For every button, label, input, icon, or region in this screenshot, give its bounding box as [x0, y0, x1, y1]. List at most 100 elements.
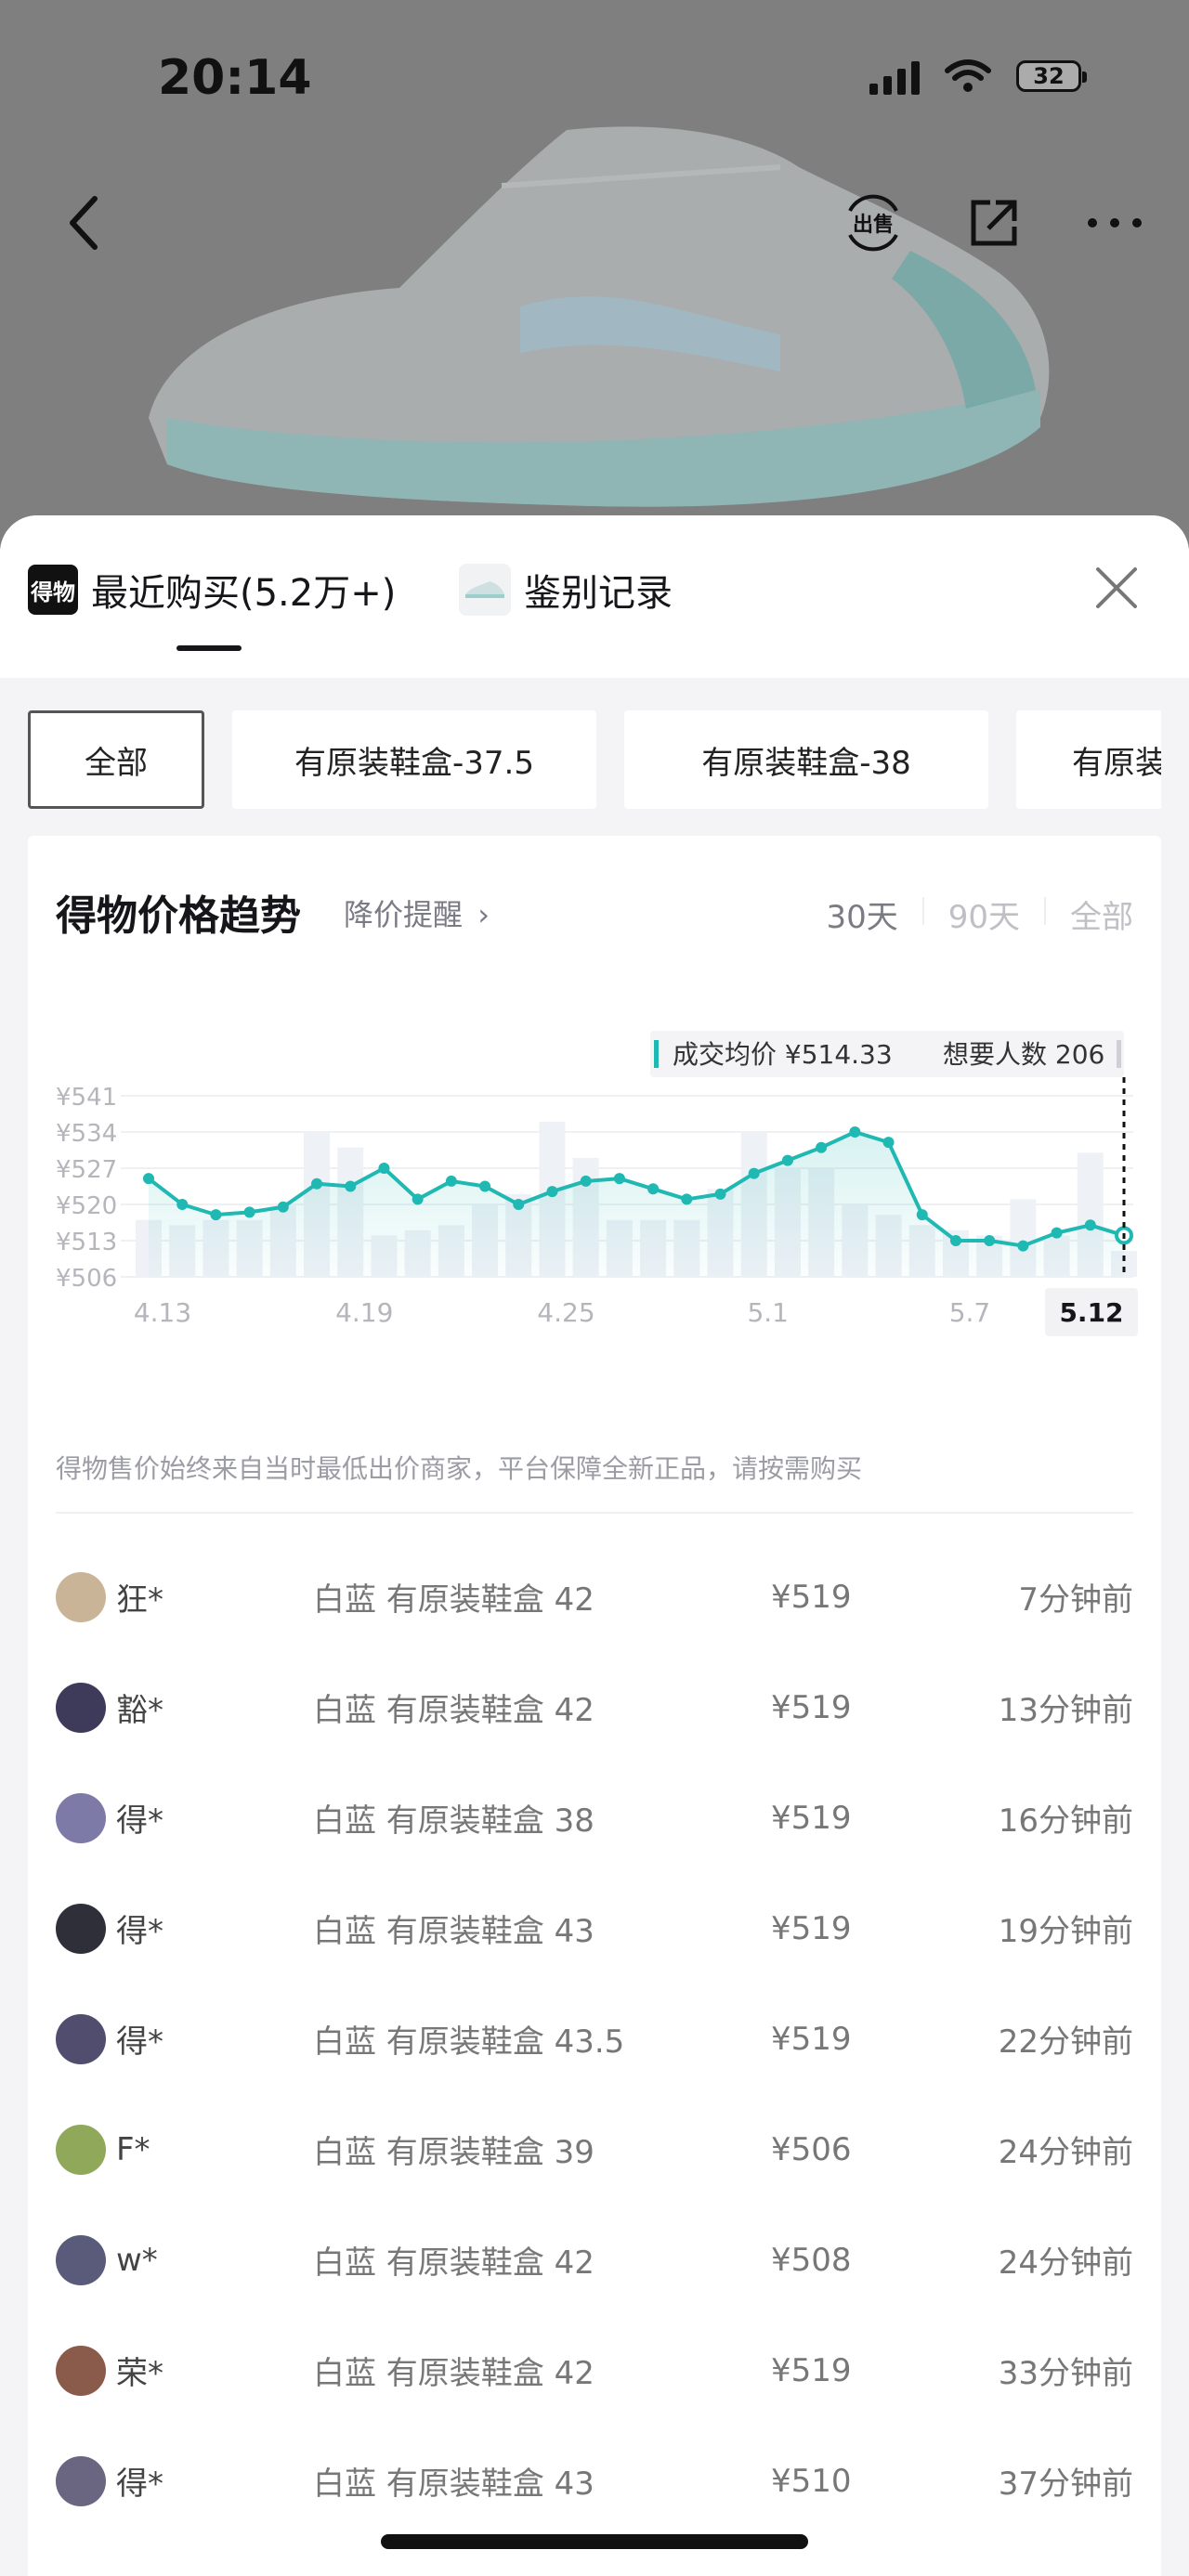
- sale-price: ¥508: [771, 2241, 852, 2279]
- sale-time: 37分钟前: [998, 2465, 1133, 2503]
- price-point: [613, 1173, 625, 1185]
- price-point: [479, 1180, 491, 1192]
- price-point: [210, 1209, 222, 1221]
- price-point: [345, 1180, 357, 1192]
- price-point: [681, 1193, 693, 1205]
- shoe-thumbnail-icon: [459, 564, 511, 616]
- buyer-name: F*: [116, 2130, 150, 2168]
- price-point: [949, 1235, 961, 1246]
- sale-row: F* 白蓝 有原装鞋盒 39 ¥506 24分钟前: [28, 2094, 1161, 2205]
- sale-row: 豁* 白蓝 有原装鞋盒 42 ¥519 13分钟前: [28, 1652, 1161, 1763]
- tab-authentication-label: 鉴别记录: [524, 572, 673, 615]
- buyer-name: 得*: [116, 1802, 163, 1840]
- price-point: [1084, 1219, 1096, 1231]
- item-spec: 白蓝 有原装鞋盒 39: [313, 2134, 594, 2171]
- battery-icon: 32: [1016, 60, 1087, 92]
- y-tick-label: ¥513: [56, 1229, 117, 1256]
- price-point: [647, 1183, 660, 1195]
- buyer-name: 得*: [116, 2023, 163, 2061]
- price-point: [1017, 1240, 1029, 1252]
- buyer-name: 豁*: [116, 1692, 163, 1729]
- home-indicator[interactable]: [381, 2534, 808, 2549]
- avatar: [56, 2013, 106, 2064]
- x-tick-label: 5.1: [747, 1297, 789, 1328]
- buyer-name: w*: [116, 2241, 158, 2279]
- item-spec: 白蓝 有原装鞋盒 38: [313, 1802, 594, 1840]
- price-point: [882, 1137, 895, 1149]
- active-tab-indicator: [176, 645, 242, 651]
- battery-level: 32: [1033, 63, 1065, 89]
- tooltip-want-count: 想要人数 206: [943, 1039, 1104, 1070]
- buyer-name: 得*: [116, 2465, 163, 2503]
- price-point: [311, 1177, 323, 1190]
- back-button[interactable]: [46, 186, 121, 260]
- sale-row: 得* 白蓝 有原装鞋盒 38 ¥519 16分钟前: [28, 1763, 1161, 1873]
- x-tick-label: 5.12: [1059, 1297, 1123, 1328]
- sale-time: 22分钟前: [998, 2023, 1133, 2061]
- close-button[interactable]: [1089, 560, 1144, 616]
- sale-price: ¥506: [771, 2130, 852, 2168]
- avatar: [56, 1903, 106, 1954]
- x-tick-label: 5.7: [949, 1297, 991, 1328]
- range-tabs: 30天 90天 全部: [826, 891, 1133, 937]
- price-point: [916, 1209, 928, 1221]
- sale-price: ¥519: [771, 1578, 852, 1616]
- tooltip-avg-price: 成交均价 ¥514.33: [673, 1039, 893, 1070]
- divider: [56, 1512, 1133, 1514]
- avatar: [56, 2234, 106, 2285]
- price-point: [412, 1193, 424, 1205]
- filter-chip-all[interactable]: 全部: [28, 710, 204, 809]
- price-point: [277, 1201, 289, 1213]
- price-point: [1051, 1227, 1063, 1239]
- price-point: [984, 1235, 996, 1246]
- x-tick-label: 4.19: [335, 1297, 393, 1328]
- wifi-icon: [945, 59, 991, 92]
- price-point: [714, 1188, 726, 1200]
- sale-price: ¥510: [771, 2462, 852, 2500]
- sale-row: 得* 白蓝 有原装鞋盒 43 ¥519 19分钟前: [28, 1873, 1161, 1984]
- sale-price: ¥519: [771, 2351, 852, 2389]
- sell-icon: 出售: [848, 194, 898, 252]
- y-tick-label: ¥534: [56, 1120, 117, 1148]
- chart-tooltip: 成交均价 ¥514.33 想要人数 206: [650, 1031, 1124, 1077]
- buyer-name: 得*: [116, 1913, 163, 1950]
- filter-chip[interactable]: 有原装鞋盒-38: [624, 710, 988, 809]
- tab-recent-purchases[interactable]: 得物 最近购买(5.2万+): [28, 562, 396, 618]
- tab-authentication-records[interactable]: 鉴别记录: [459, 562, 673, 618]
- sale-time: 16分钟前: [998, 1802, 1133, 1840]
- item-spec: 白蓝 有原装鞋盒 42: [313, 2244, 594, 2282]
- close-icon: [1096, 567, 1137, 608]
- more-icon: [1088, 218, 1142, 228]
- more-button[interactable]: [1078, 186, 1152, 260]
- y-tick-label: ¥527: [56, 1156, 117, 1184]
- price-alert-link[interactable]: 降价提醒 ›: [344, 891, 490, 934]
- product-image: [149, 126, 1050, 507]
- share-button[interactable]: [957, 186, 1031, 260]
- item-spec: 白蓝 有原装鞋盒 43.5: [313, 2023, 625, 2061]
- price-point: [513, 1199, 525, 1210]
- sell-button[interactable]: 出售: [836, 186, 910, 260]
- chevron-right-icon: ›: [477, 897, 490, 932]
- filter-chip[interactable]: 有原装鞋盒: [1016, 710, 1161, 809]
- buyer-name: 荣*: [116, 2355, 163, 2392]
- chevron-left-icon: [70, 196, 98, 250]
- item-spec: 白蓝 有原装鞋盒 43: [313, 2465, 594, 2503]
- status-time: 20:14: [158, 50, 312, 106]
- price-trend-card: 得物价格趋势 降价提醒 › 30天 90天 全部 ¥541 ¥534 ¥527 …: [28, 836, 1161, 2576]
- price-trend-chart[interactable]: ¥541 ¥534 ¥527 ¥520 ¥513 ¥506 4.13 4.19 4.25 5.1…: [28, 956, 1161, 1347]
- price-point: [781, 1154, 793, 1166]
- filter-chip[interactable]: 有原装鞋盒-37.5: [232, 710, 596, 809]
- price-point: [849, 1126, 861, 1138]
- share-icon: [971, 200, 1017, 246]
- price-point: [580, 1175, 592, 1187]
- sale-row: w* 白蓝 有原装鞋盒 42 ¥508 24分钟前: [28, 2205, 1161, 2315]
- avatar: [56, 1682, 106, 1733]
- price-point: [445, 1175, 457, 1187]
- price-note: 得物售价始终来自当时最低出价商家，平台保障全新正品，请按需购买: [56, 1453, 863, 1484]
- range-tab-30d[interactable]: 30天: [826, 891, 897, 937]
- range-tab-all[interactable]: 全部: [1070, 891, 1133, 937]
- recent-sales-list: 狂* 白蓝 有原装鞋盒 42 ¥519 7分钟前 豁* 白蓝 有原装鞋盒 42 ¥519 13…: [28, 1542, 1161, 2536]
- sale-time: 7分钟前: [1018, 1581, 1133, 1619]
- sale-price: ¥519: [771, 1799, 852, 1837]
- range-tab-90d[interactable]: 90天: [948, 891, 1020, 937]
